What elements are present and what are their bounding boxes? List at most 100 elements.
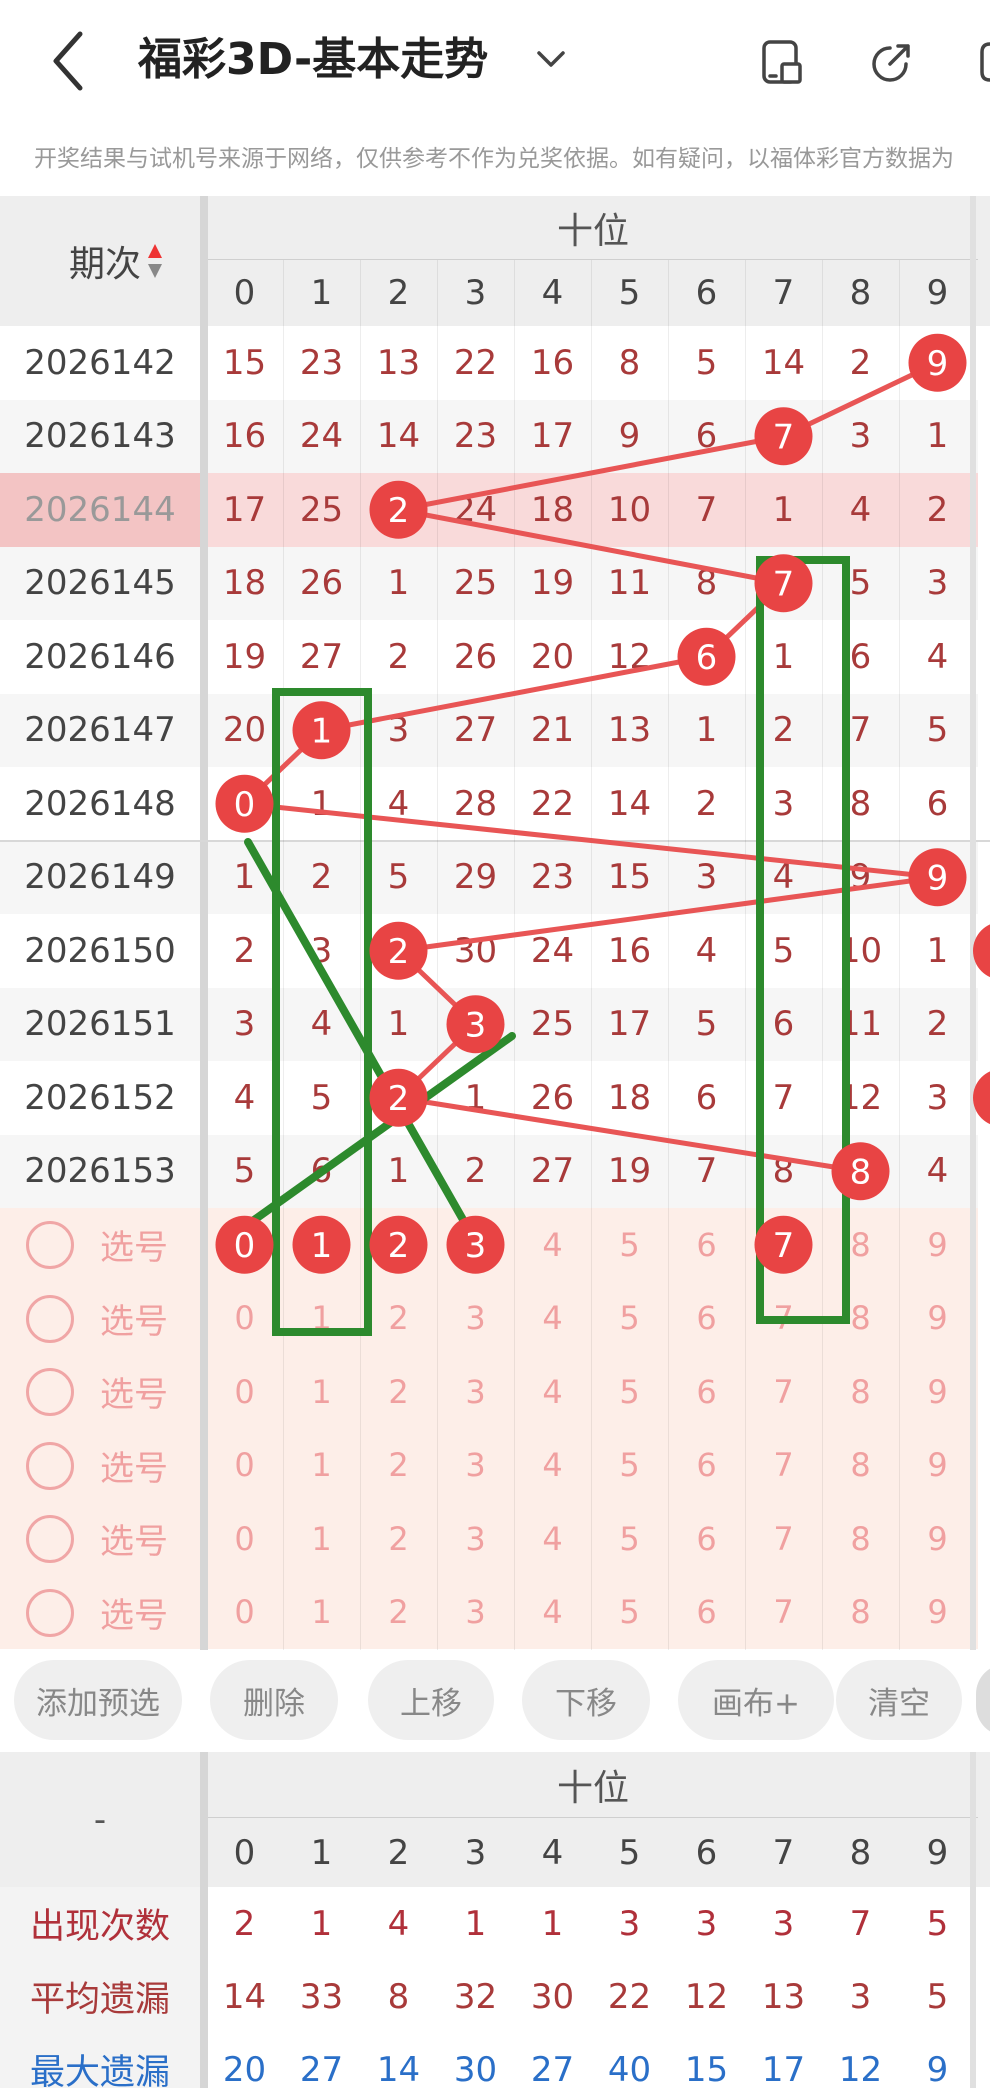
digit-header-8: 8 [849,273,872,313]
pick-digit[interactable]: 1 [283,1355,360,1429]
pick-radio[interactable] [26,1294,74,1343]
action-button-1[interactable]: 删除 [210,1660,338,1740]
period-label[interactable]: 2026148 [0,767,200,841]
pick-digit[interactable]: 1 [283,1576,360,1650]
pick-radio[interactable] [26,1368,74,1416]
period-label[interactable]: 2026142 [0,326,200,400]
pick-digit[interactable]: 0 [206,1282,283,1356]
pick-digit[interactable]: 3 [437,1429,514,1503]
pick-digit[interactable]: 9 [899,1429,976,1503]
pick-digit[interactable]: 2 [360,1355,437,1429]
action-button-3[interactable]: 下移 [522,1660,650,1740]
period-label[interactable]: 2026147 [0,694,200,768]
pick-digit[interactable]: 0 [206,1355,283,1429]
pick-digit[interactable]: 9 [899,1502,976,1576]
pick-digit[interactable]: 8 [822,1282,899,1356]
device-layout-icon[interactable] [758,38,806,86]
pick-digit[interactable]: 0 [206,1429,283,1503]
pick-digit[interactable]: 6 [668,1576,745,1650]
miss-count: 2 [233,930,256,971]
pick-digit[interactable]: 1 [283,1502,360,1576]
page-title[interactable]: 福彩3D-基本走势 [138,30,488,90]
pick-digit[interactable]: 4 [514,1355,591,1429]
pick-digit[interactable]: 0 [206,1576,283,1650]
pick-digit[interactable]: 2 [360,1502,437,1576]
pick-digit[interactable]: 6 [668,1355,745,1429]
action-button-5[interactable]: 清空 [836,1660,962,1740]
sort-arrows-icon[interactable] [146,242,164,280]
period-label[interactable]: 2026143 [0,400,200,474]
action-button-2[interactable]: 上移 [368,1660,494,1740]
pick-digit[interactable]: 4 [514,1576,591,1650]
stats-digit-header: 8 [849,1832,872,1873]
pick-digit[interactable]: 7 [745,1282,822,1356]
pick-digit[interactable]: 2 [360,1282,437,1356]
pick-digit[interactable]: 5 [591,1355,668,1429]
pick-digit[interactable]: 6 [668,1282,745,1356]
stats-digit-header: 1 [310,1832,333,1873]
period-label[interactable]: 2026152 [0,1061,200,1135]
pick-radio[interactable] [26,1588,74,1637]
miss-count: 14 [607,783,652,824]
pick-digit[interactable]: 4 [514,1208,591,1282]
pick-digit[interactable]: 9 [899,1282,976,1356]
pick-digit[interactable]: 5 [591,1502,668,1576]
pick-digit[interactable]: 9 [899,1576,976,1650]
pick-radio[interactable] [26,1515,74,1563]
pick-digit[interactable]: 5 [591,1208,668,1282]
pick-digit[interactable]: 8 [822,1576,899,1650]
pick-digit[interactable]: 8 [822,1429,899,1503]
pick-radio[interactable] [26,1221,74,1269]
pick-digit[interactable]: 3 [437,1355,514,1429]
action-button-0[interactable]: 添加预选 [14,1660,182,1740]
more-icon[interactable] [978,40,990,84]
period-label[interactable]: 2026144 [0,473,200,547]
pick-digit[interactable]: 6 [668,1502,745,1576]
action-button-4[interactable]: 画布+ [678,1660,834,1740]
pick-digit[interactable]: 5 [591,1429,668,1503]
chevron-left-icon[interactable] [46,28,96,94]
pick-digit[interactable]: 5 [591,1576,668,1650]
pick-digit[interactable]: 4 [514,1282,591,1356]
pick-digit[interactable]: 3 [437,1576,514,1650]
pick-digit[interactable]: 4 [514,1502,591,1576]
period-label[interactable]: 2026153 [0,1135,200,1209]
pick-digit[interactable]: 8 [822,1502,899,1576]
pick-digit[interactable]: 8 [822,1355,899,1429]
pick-digit[interactable]: 7 [745,1355,822,1429]
pick-label[interactable]: 选号 [86,1576,182,1650]
pick-digit[interactable]: 9 [899,1208,976,1282]
pick-label[interactable]: 选号 [86,1429,182,1503]
pick-radio[interactable] [26,1441,74,1490]
pick-digit[interactable]: 3 [437,1282,514,1356]
period-label[interactable]: 2026149 [0,841,200,915]
pick-digit[interactable]: 6 [668,1429,745,1503]
miss-count: 4 [926,636,949,677]
pick-digit[interactable]: 0 [206,1502,283,1576]
pick-digit[interactable]: 7 [745,1502,822,1576]
pick-label[interactable]: 选号 [86,1502,182,1576]
miss-count: 7 [695,489,718,530]
pick-digit[interactable]: 1 [283,1429,360,1503]
pick-label[interactable]: 选号 [86,1355,182,1429]
chevron-down-icon[interactable] [534,44,568,74]
period-label[interactable]: 2026145 [0,547,200,621]
pick-digit[interactable]: 9 [899,1355,976,1429]
period-label[interactable]: 2026146 [0,620,200,694]
pick-digit[interactable]: 2 [360,1429,437,1503]
pick-digit[interactable]: 4 [514,1429,591,1503]
pick-label[interactable]: 选号 [86,1208,182,1282]
period-label[interactable]: 2026151 [0,988,200,1062]
pick-digit[interactable]: 8 [822,1208,899,1282]
pick-digit[interactable]: 2 [360,1576,437,1650]
share-icon[interactable] [868,38,916,86]
pick-label[interactable]: 选号 [86,1282,182,1356]
pick-digit[interactable]: 5 [591,1282,668,1356]
pick-digit[interactable]: 3 [437,1502,514,1576]
period-label[interactable]: 2026150 [0,914,200,988]
pick-digit[interactable]: 6 [668,1208,745,1282]
pick-digit[interactable]: 7 [745,1576,822,1650]
miss-count: 2 [695,783,718,824]
pick-digit[interactable]: 1 [283,1282,360,1356]
pick-digit[interactable]: 7 [745,1429,822,1503]
